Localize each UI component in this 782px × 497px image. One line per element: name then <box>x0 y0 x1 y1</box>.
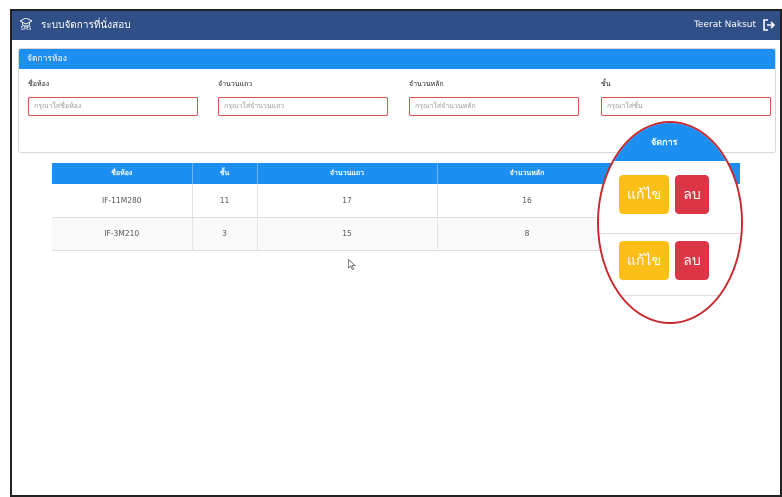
user-name[interactable]: Teerat Naksut <box>694 20 756 30</box>
top-navbar: SMS ระบบจัดการที่นั่งสอบ Teerat Naksut <box>12 11 780 40</box>
column-count-input[interactable] <box>409 96 579 116</box>
room-name-label: ชื่อห้อง <box>28 80 50 88</box>
cell-floor: 3 <box>192 217 258 250</box>
row-count-input[interactable] <box>218 96 388 116</box>
col-header-rows: จำนวนแถว <box>257 163 438 184</box>
app-window: SMS ระบบจัดการที่นั่งสอบ Teerat Naksut จ… <box>10 9 782 497</box>
app-title[interactable]: ระบบจัดการที่นั่งสอบ <box>41 18 131 33</box>
cell-room-name: IF-11M280 <box>52 184 193 217</box>
cell-cols: 16 <box>437 184 618 217</box>
magnified-actions-panel: จัดการ แก้ไข ลบ แก้ไข ลบ <box>599 123 741 322</box>
card-header: จัดการห้อง <box>19 49 775 69</box>
row-divider <box>599 233 741 234</box>
cell-cols: 8 <box>437 217 618 250</box>
column-count-field: จำนวนหลัก <box>409 79 579 116</box>
magnified-header: จัดการ <box>599 123 741 161</box>
room-name-input[interactable] <box>28 96 198 116</box>
edit-button-row-1[interactable]: แก้ไข <box>619 175 669 214</box>
col-header-cols: จำนวนหลัก <box>437 163 618 184</box>
col-header-floor: ชั้น <box>192 163 258 184</box>
room-name-field: ชื่อห้อง <box>28 79 198 116</box>
mouse-cursor-icon <box>348 255 356 274</box>
cell-rows: 17 <box>257 184 438 217</box>
row-divider <box>599 295 741 296</box>
logout-icon[interactable] <box>762 17 776 36</box>
edit-button-row-2[interactable]: แก้ไข <box>619 241 669 280</box>
magnified-header-label: จัดการ <box>651 138 678 148</box>
row-count-field: จำนวนแถว <box>218 79 388 116</box>
highlight-circle: จัดการ แก้ไข ลบ แก้ไข ลบ <box>597 121 743 324</box>
graduation-cap-icon: SMS <box>19 17 33 34</box>
floor-label: ชั้น <box>601 80 611 88</box>
floor-input[interactable] <box>601 96 771 116</box>
cell-room-name: IF-3M210 <box>52 217 193 250</box>
row-count-label: จำนวนแถว <box>218 80 253 88</box>
cell-rows: 15 <box>257 217 438 250</box>
brand-icon-label: SMS <box>20 25 32 32</box>
column-count-label: จำนวนหลัก <box>409 80 444 88</box>
floor-field: ชั้น <box>601 79 771 116</box>
cell-floor: 11 <box>192 184 258 217</box>
delete-button-row-1[interactable]: ลบ <box>675 175 709 214</box>
delete-button-row-2[interactable]: ลบ <box>675 241 709 280</box>
col-header-room-name: ชื่อห้อง <box>52 163 193 184</box>
